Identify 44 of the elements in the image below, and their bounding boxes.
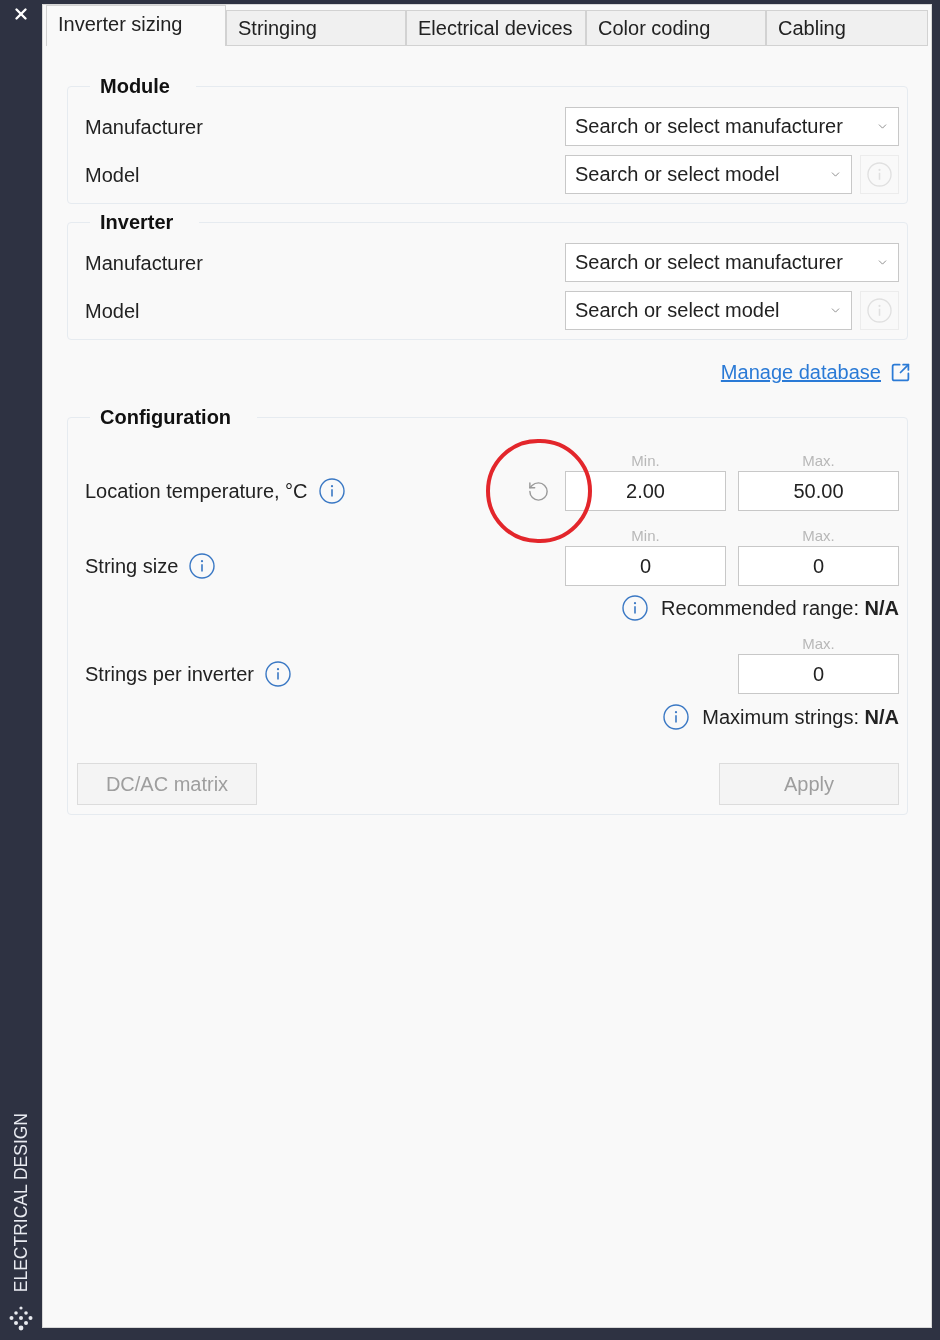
panel-title: ELECTRICAL DESIGN	[9, 1112, 32, 1292]
field-label: Location temperature, °C	[85, 479, 308, 504]
field-label: Manufacturer	[85, 114, 203, 140]
number-input[interactable]: 0	[565, 546, 726, 586]
number-input[interactable]: 0	[738, 654, 899, 694]
grip-icon[interactable]	[9, 1306, 33, 1331]
section-title: Configuration	[99, 405, 233, 429]
info-icon	[622, 595, 649, 621]
tab[interactable]: Electrical devices	[406, 10, 586, 46]
tab[interactable]: Inverter sizing	[46, 5, 226, 46]
manage-database-link[interactable]: Manage database	[720, 360, 881, 384]
input-caption: Min.	[631, 526, 660, 546]
info-icon	[867, 162, 892, 187]
close-icon[interactable]	[12, 5, 30, 23]
info-icon	[663, 704, 690, 730]
note-text: Recommended range: N/A	[661, 596, 899, 621]
section-title: Inverter	[99, 210, 175, 234]
input-caption: Max.	[802, 451, 835, 471]
number-input[interactable]: 50.00	[738, 471, 899, 511]
note-text: Maximum strings: N/A	[702, 705, 899, 730]
field-label: Manufacturer	[85, 250, 203, 276]
tab[interactable]: Color coding	[586, 10, 766, 46]
info-icon	[867, 298, 892, 323]
info-icon[interactable]	[189, 553, 216, 579]
input-caption: Min.	[631, 451, 660, 471]
info-icon[interactable]	[318, 478, 345, 504]
section-title: Module	[99, 74, 171, 98]
select-dropdown[interactable]: Search or select manufacturer	[565, 107, 899, 146]
field-label: Model	[85, 162, 140, 188]
select-dropdown[interactable]: Search or select manufacturer	[565, 243, 899, 282]
reset-icon[interactable]	[527, 479, 550, 503]
select-dropdown[interactable]: Search or select model	[565, 155, 852, 194]
tab[interactable]: Stringing	[226, 10, 406, 46]
field-label: Strings per inverter	[85, 662, 254, 687]
info-icon[interactable]	[264, 661, 291, 687]
field-label: Model	[85, 298, 140, 324]
external-link-icon[interactable]	[890, 361, 911, 383]
input-caption: Max.	[802, 634, 835, 654]
number-input[interactable]: 2.00	[565, 471, 726, 511]
field-label: String size	[85, 554, 179, 579]
number-input[interactable]: 0	[738, 546, 899, 586]
select-dropdown[interactable]: Search or select model	[565, 291, 852, 330]
input-caption: Max.	[802, 526, 835, 546]
tab[interactable]: Cabling	[766, 10, 928, 46]
